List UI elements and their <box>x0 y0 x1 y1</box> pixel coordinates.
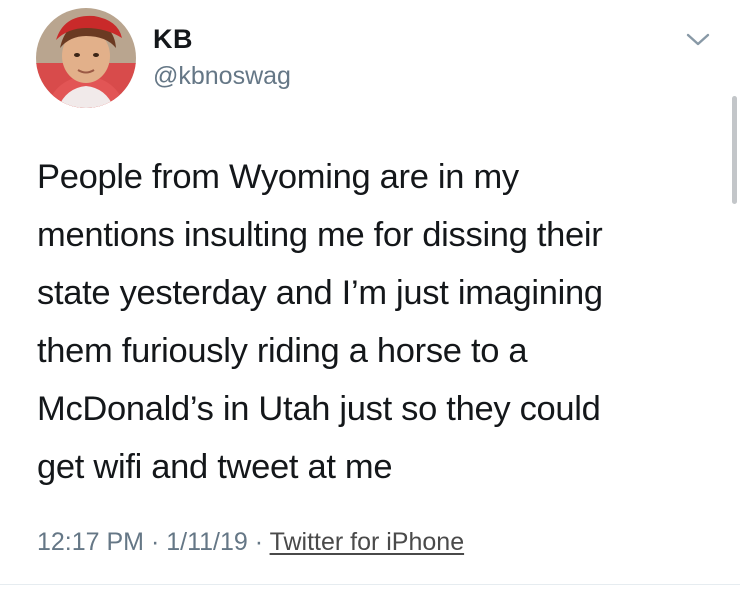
tweet-line: state yesterday and I’m just imagining <box>37 274 603 312</box>
tweet-meta: 12:17 PM · 1/11/19 · Twitter for iPhone <box>37 528 464 557</box>
tweet-date[interactable]: 1/11/19 <box>166 528 248 556</box>
tweet-line: them furiously riding a horse to a <box>37 332 528 370</box>
user-handle[interactable]: @kbnoswag <box>153 62 291 91</box>
chevron-down-icon[interactable] <box>684 29 712 49</box>
source-link[interactable]: Twitter for iPhone <box>270 528 465 556</box>
tweet-card: KB @kbnoswag People from Wyoming are in … <box>0 0 740 589</box>
tweet-line: People from Wyoming are in my <box>37 158 519 196</box>
tweet-line: McDonald’s in Utah just so they could <box>37 390 601 428</box>
avatar[interactable] <box>36 8 136 108</box>
scrollbar[interactable] <box>732 96 737 204</box>
tweet-line: mentions insulting me for dissing their <box>37 216 603 254</box>
divider <box>0 584 740 585</box>
tweet-text: People from Wyoming are in my mentions i… <box>37 148 692 496</box>
tweet-time[interactable]: 12:17 PM <box>37 528 144 556</box>
meta-separator: · <box>144 528 167 556</box>
meta-separator: · <box>247 528 270 556</box>
tweet-line: get wifi and tweet at me <box>37 448 393 486</box>
display-name[interactable]: KB <box>153 24 193 55</box>
